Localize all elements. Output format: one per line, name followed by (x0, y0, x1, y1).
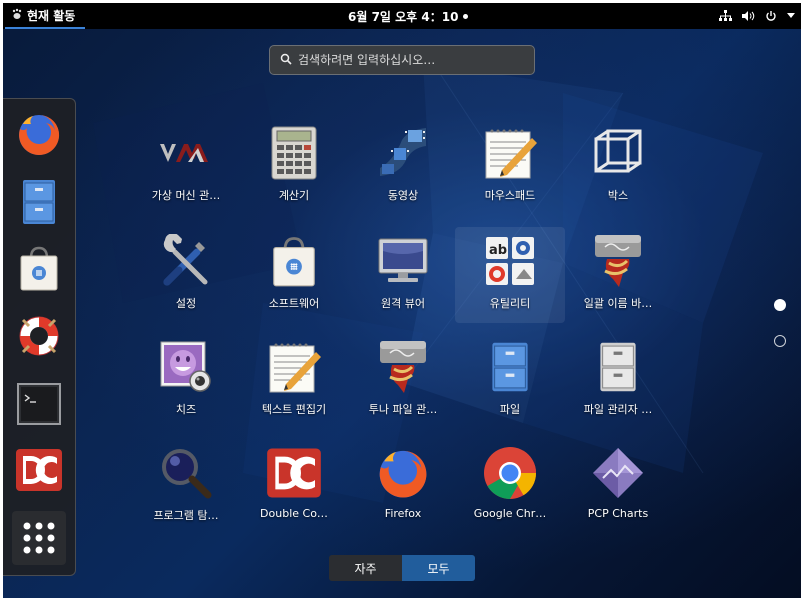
view-toggle: 자주 모두 (329, 555, 475, 581)
monitor-icon (378, 238, 428, 282)
dash-item-firefox[interactable] (12, 107, 66, 161)
app-label: Firefox (384, 507, 422, 520)
app-label: Double Co… (260, 507, 328, 520)
app-label: 파일 (499, 403, 521, 416)
app-label: 치즈 (175, 403, 197, 416)
app-calculator[interactable]: 계산기 (239, 119, 349, 215)
tools-settings-icon (163, 234, 208, 286)
chevron-down-icon[interactable] (787, 13, 795, 19)
clock[interactable]: 6월 7일 오후 4：10 (348, 3, 488, 29)
app-firefox[interactable]: Firefox (348, 439, 458, 535)
app-label: 파일 관리자 … (583, 403, 653, 416)
app-software[interactable]: 소프트웨어 (239, 227, 349, 323)
app-cheese[interactable]: 치즈 (131, 333, 241, 429)
notepad-pencil-icon (485, 129, 537, 179)
pcp-charts-icon (593, 448, 643, 498)
archive-scroll-icon (595, 235, 641, 287)
app-google-chrome[interactable]: Google Chr… (455, 439, 565, 535)
app-label: 텍스트 편집기 (261, 403, 327, 416)
app-settings[interactable]: 설정 (131, 227, 241, 323)
magnifier-icon (162, 449, 212, 499)
app-pcp-charts[interactable]: PCP Charts (563, 439, 673, 535)
double-commander-icon (16, 449, 62, 491)
app-label: 유틸리티 (489, 297, 531, 310)
file-cabinet-grey-icon (600, 342, 636, 392)
app-videos[interactable]: 동영상 (348, 119, 458, 215)
video-film-icon (380, 128, 426, 176)
app-label: 박스 (607, 189, 629, 202)
software-bag-icon (273, 237, 315, 287)
page-indicator-2[interactable] (774, 335, 786, 347)
app-label: PCP Charts (587, 507, 649, 520)
system-tray[interactable] (719, 3, 795, 29)
dash-item-terminal[interactable] (12, 377, 66, 431)
app-label: 프로그램 탐… (153, 509, 219, 522)
terminal-icon (17, 383, 61, 425)
power-icon[interactable] (765, 10, 777, 22)
cube-box-icon (594, 129, 642, 173)
app-double-commander[interactable]: Double Co… (239, 439, 349, 535)
clock-label: 6월 7일 오후 4：10 (348, 9, 459, 24)
software-bag-icon (20, 246, 58, 291)
app-label: 원격 뷰어 (381, 297, 425, 310)
activities-button[interactable]: 현재 활동 (5, 3, 85, 29)
app-mousepad[interactable]: 마우스패드 (455, 119, 565, 215)
dash-item-software[interactable] (12, 241, 66, 295)
dash (3, 98, 76, 576)
firefox-icon (379, 450, 427, 498)
app-label: 마우스패드 (484, 189, 536, 202)
app-label: 설정 (175, 297, 197, 310)
lifebuoy-help-icon (19, 316, 59, 356)
app-label: 소프트웨어 (268, 297, 320, 310)
cheese-webcam-icon (160, 341, 211, 392)
volume-icon[interactable] (742, 10, 755, 22)
show-applications-button[interactable] (12, 511, 66, 565)
top-bar: 현재 활동 6월 7일 오후 4：10 (3, 3, 801, 29)
app-tuna-file-manager[interactable]: 투나 파일 관… (348, 333, 458, 429)
app-file-manager[interactable]: 파일 관리자 … (563, 333, 673, 429)
app-boxes[interactable]: 박스 (563, 119, 673, 215)
firefox-icon (19, 114, 60, 155)
desktop-overview: 현재 활동 6월 7일 오후 4：10 검색하려면 입력하십시오… 가상 머신 … (3, 3, 801, 598)
notification-dot-icon (463, 13, 469, 19)
dash-item-double-commander[interactable] (12, 443, 66, 497)
dash-item-files[interactable] (12, 175, 66, 229)
gnome-foot-icon (11, 8, 23, 23)
frequent-tab-button[interactable]: 자주 (329, 555, 402, 581)
double-commander-icon (267, 448, 321, 498)
app-label: 일괄 이름 바… (583, 297, 653, 310)
app-label: 계산기 (278, 189, 310, 202)
all-tab-button[interactable]: 모두 (402, 555, 475, 581)
svg-text:ab: ab (489, 243, 507, 258)
search-bar[interactable] (269, 45, 535, 75)
archive-scroll-icon (380, 341, 426, 393)
network-icon[interactable] (719, 10, 732, 22)
text-editor-icon (269, 343, 321, 393)
utilities-folder-icon: ab (486, 237, 534, 285)
app-text-editor[interactable]: 텍스트 편집기 (239, 333, 349, 429)
app-utilities[interactable]: ab 유틸리티 (455, 227, 565, 323)
app-program-explorer[interactable]: 프로그램 탐… (131, 439, 241, 535)
chrome-icon (484, 447, 537, 499)
file-cabinet-icon (23, 180, 55, 224)
app-virtual-machine-manager[interactable]: 가상 머신 관… (131, 119, 241, 215)
search-input[interactable] (298, 53, 518, 67)
calculator-icon (271, 126, 317, 180)
app-label: 투나 파일 관… (368, 403, 438, 416)
app-files[interactable]: 파일 (455, 333, 565, 429)
app-label: Google Chr… (473, 507, 547, 520)
app-remote-viewer[interactable]: 원격 뷰어 (348, 227, 458, 323)
app-label: 가상 머신 관… (151, 189, 221, 202)
activities-label: 현재 활동 (27, 8, 76, 23)
file-cabinet-icon (492, 342, 528, 392)
app-label: 동영상 (387, 189, 419, 202)
search-icon (280, 53, 292, 68)
app-bulk-rename[interactable]: 일괄 이름 바… (563, 227, 673, 323)
dash-item-help[interactable] (12, 309, 66, 363)
vmm-icon (160, 144, 208, 162)
show-apps-grid-icon (23, 522, 55, 554)
page-indicator-1[interactable] (774, 299, 786, 311)
